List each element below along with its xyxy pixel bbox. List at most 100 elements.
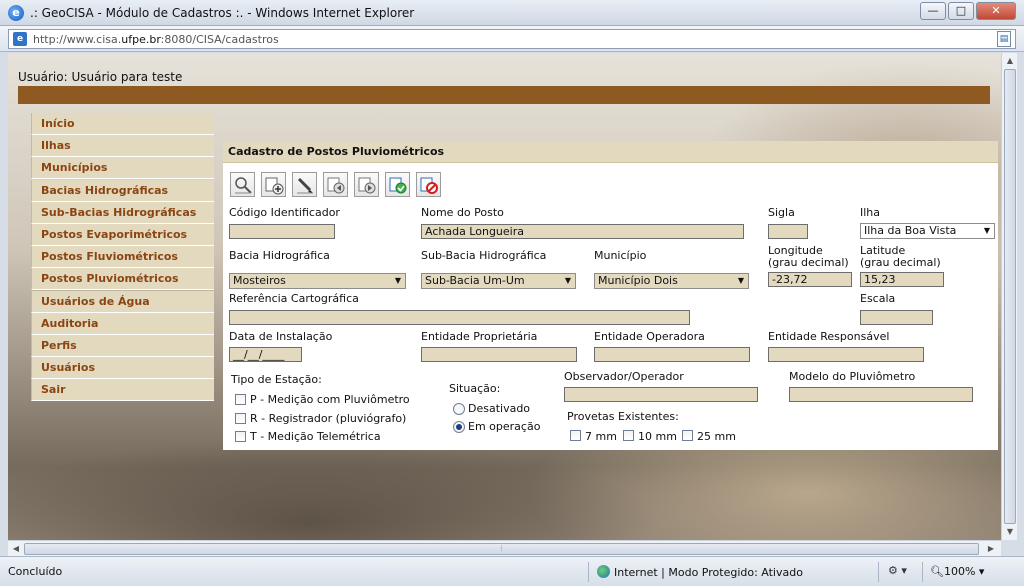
edit-icon xyxy=(297,177,313,194)
add-icon xyxy=(265,177,284,195)
tipo-r-label: R - Registrador (pluviógrafo) xyxy=(250,412,407,425)
chevron-down-icon: ▼ xyxy=(564,276,572,285)
security-zone-text: Internet | Modo Protegido: Ativado xyxy=(614,566,803,579)
proveta-7mm-checkbox[interactable] xyxy=(570,430,581,441)
page-viewport: Usuário: Usuário para teste Início Ilhas… xyxy=(8,53,1001,540)
menu-item-usuarios[interactable]: Usuários xyxy=(31,357,214,380)
data-instalacao-label: Data de Instalação xyxy=(229,330,333,343)
sigla-input[interactable] xyxy=(768,224,808,239)
proveta-10mm-checkbox[interactable] xyxy=(623,430,634,441)
security-zone[interactable]: Internet | Modo Protegido: Ativado xyxy=(597,565,803,579)
bacia-select[interactable]: Mosteiros ▼ xyxy=(229,273,406,289)
add-button[interactable] xyxy=(261,172,286,197)
form-header: Cadastro de Postos Pluviométricos xyxy=(223,141,998,163)
situacao-em-operacao-radio[interactable] xyxy=(453,421,465,433)
proveta-25mm-checkbox[interactable] xyxy=(682,430,693,441)
latitude-input[interactable]: 15,23 xyxy=(860,272,944,287)
codigo-label: Código Identificador xyxy=(229,206,340,219)
observador-label: Observador/Operador xyxy=(564,370,684,383)
referencia-input[interactable] xyxy=(229,310,690,325)
search-icon xyxy=(235,177,252,194)
side-menu: Início Ilhas Municípios Bacias Hidrográf… xyxy=(31,113,214,402)
menu-item-ilhas[interactable]: Ilhas xyxy=(31,135,214,158)
status-divider xyxy=(588,562,589,582)
ilha-value: Ilha da Boa Vista xyxy=(864,224,957,237)
tipo-t-label: T - Medição Telemétrica xyxy=(250,430,381,443)
menu-item-sair[interactable]: Sair xyxy=(31,379,214,402)
menu-item-bacias[interactable]: Bacias Hidrográficas xyxy=(31,179,214,202)
escala-input[interactable] xyxy=(860,310,933,325)
ilha-select[interactable]: Ilha da Boa Vista ▼ xyxy=(860,223,995,239)
minimize-button[interactable]: — xyxy=(920,2,946,20)
sub-bacia-select[interactable]: Sub-Bacia Um-Um ▼ xyxy=(421,273,576,289)
menu-item-inicio[interactable]: Início xyxy=(31,113,214,135)
window-controls: — □ ✕ xyxy=(920,2,1016,20)
protected-mode-icon[interactable]: ⚙ ▾ xyxy=(888,564,907,577)
vertical-scrollbar[interactable]: ▲ ▼ xyxy=(1001,53,1017,540)
referencia-label: Referência Cartográfica xyxy=(229,292,359,305)
form-toolbar xyxy=(230,172,441,197)
menu-item-sub-bacias[interactable]: Sub-Bacias Hidrográficas xyxy=(31,201,214,224)
longitude-input[interactable]: -23,72 xyxy=(768,272,852,287)
menu-item-postos-fluviometricos[interactable]: Postos Fluviométricos xyxy=(31,246,214,269)
horizontal-scroll-thumb[interactable]: ⦙ xyxy=(24,543,979,555)
menu-item-municipios[interactable]: Municípios xyxy=(31,157,214,180)
menu-item-usuarios-agua[interactable]: Usuários de Água xyxy=(31,290,214,313)
data-instalacao-input[interactable]: __/__/____ xyxy=(229,347,302,362)
delete-button[interactable] xyxy=(416,172,441,197)
address-bar: e http://www.cisa.ufpe.br:8080/CISA/cada… xyxy=(0,26,1024,52)
chevron-down-icon: ▼ xyxy=(394,276,402,285)
status-text: Concluído xyxy=(8,565,63,578)
status-divider xyxy=(878,562,879,582)
menu-item-postos-evaporimetricos[interactable]: Postos Evaporimétricos xyxy=(31,223,214,246)
maximize-button[interactable]: □ xyxy=(948,2,974,20)
zoom-level: 100% xyxy=(943,565,976,578)
municipio-select[interactable]: Município Dois ▼ xyxy=(594,273,749,289)
previous-button[interactable] xyxy=(354,172,379,197)
nome-posto-input[interactable]: Achada Longueira xyxy=(421,224,744,239)
chevron-down-icon: ▼ xyxy=(983,226,991,235)
entidade-operadora-input[interactable] xyxy=(594,347,750,362)
latitude-unit-label: (grau decimal) xyxy=(860,256,941,269)
tipo-p-checkbox[interactable] xyxy=(235,394,246,405)
vertical-scroll-thumb[interactable] xyxy=(1004,69,1016,524)
entidade-proprietaria-label: Entidade Proprietária xyxy=(421,330,538,343)
scroll-up-icon[interactable]: ▲ xyxy=(1004,55,1016,67)
codigo-input[interactable] xyxy=(229,224,335,239)
url-field[interactable]: e http://www.cisa.ufpe.br:8080/CISA/cada… xyxy=(8,29,1016,49)
edit-button[interactable] xyxy=(292,172,317,197)
confirm-icon xyxy=(389,177,407,194)
close-button[interactable]: ✕ xyxy=(976,2,1016,20)
menu-item-auditoria[interactable]: Auditoria xyxy=(31,312,214,335)
user-label: Usuário: Usuário para teste xyxy=(18,70,183,84)
escala-label: Escala xyxy=(860,292,896,305)
situacao-label: Situação: xyxy=(449,382,501,395)
zoom-control[interactable]: 🔍︎100% ▾ xyxy=(930,565,984,578)
scroll-down-icon[interactable]: ▼ xyxy=(1004,526,1016,538)
previous-icon xyxy=(358,177,376,194)
first-button[interactable] xyxy=(323,172,348,197)
scroll-left-icon[interactable]: ◀ xyxy=(10,543,22,555)
confirm-button[interactable] xyxy=(385,172,410,197)
horizontal-scrollbar[interactable]: ◀ ⦙ ▶ xyxy=(8,540,1001,556)
entidade-operadora-label: Entidade Operadora xyxy=(594,330,705,343)
tipo-r-checkbox[interactable] xyxy=(235,413,246,424)
first-icon xyxy=(327,177,345,194)
sub-bacia-value: Sub-Bacia Um-Um xyxy=(425,274,525,287)
status-bar: Concluído Internet | Modo Protegido: Ati… xyxy=(0,556,1024,586)
search-button[interactable] xyxy=(230,172,255,197)
delete-icon xyxy=(420,177,438,194)
bacia-value: Mosteiros xyxy=(233,274,286,287)
menu-item-postos-pluviometricos[interactable]: Postos Pluviométricos xyxy=(31,268,214,291)
situacao-desativado-label: Desativado xyxy=(468,402,531,415)
scroll-right-icon[interactable]: ▶ xyxy=(985,543,997,555)
observador-input[interactable] xyxy=(564,387,758,402)
page-favicon-icon: e xyxy=(13,32,27,46)
modelo-pluviometro-input[interactable] xyxy=(789,387,973,402)
menu-item-perfis[interactable]: Perfis xyxy=(31,334,214,357)
entidade-proprietaria-input[interactable] xyxy=(421,347,577,362)
situacao-desativado-radio[interactable] xyxy=(453,403,465,415)
compatibility-icon[interactable]: ▤ xyxy=(997,31,1011,47)
tipo-t-checkbox[interactable] xyxy=(235,431,246,442)
entidade-responsavel-input[interactable] xyxy=(768,347,924,362)
